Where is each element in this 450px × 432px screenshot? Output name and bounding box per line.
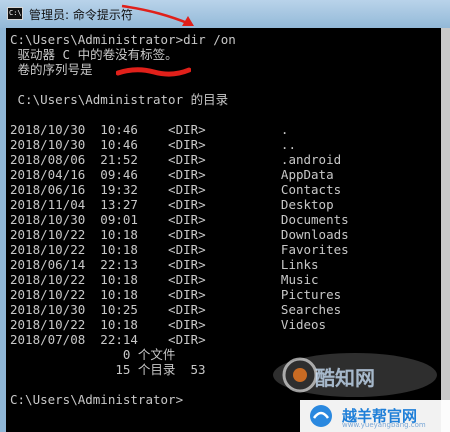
dir-entry: 2018/10/22 10:18 <DIR> Pictures <box>10 287 342 302</box>
file-count-summary: 0 个文件 <box>10 347 176 362</box>
red-arrow-annotation-icon <box>121 4 194 26</box>
watermark-text: 酷知网 <box>315 366 375 390</box>
console-line: C:\Users\Administrator>dir /on <box>10 32 236 47</box>
vertical-scrollbar[interactable] <box>441 28 450 432</box>
console-line: 驱动器 C 中的卷没有标签。 <box>10 47 178 62</box>
cmd-window-icon[interactable]: C:\ <box>7 7 23 20</box>
command-prompt-window: C:\ 管理员: 命令提示符 C:\Users\Administrator>di… <box>0 0 450 432</box>
dir-entry: 2018/10/22 10:18 <DIR> Favorites <box>10 242 349 257</box>
dir-entry: 2018/10/30 10:46 <DIR> .. <box>10 137 296 152</box>
dir-entry: 2018/10/22 10:18 <DIR> Videos <box>10 317 327 332</box>
dir-entry: 2018/04/16 09:46 <DIR> AppData <box>10 167 334 182</box>
dir-entry: 2018/06/16 19:32 <DIR> Contacts <box>10 182 342 197</box>
window-title: 管理员: 命令提示符 <box>29 8 133 22</box>
dir-entry: 2018/08/06 21:52 <DIR> .android <box>10 152 342 167</box>
dir-entry: 2018/10/22 10:18 <DIR> Downloads <box>10 227 349 242</box>
site-watermark-url: www.yueyangbang.com <box>342 421 426 429</box>
dir-entry: 2018/10/22 10:18 <DIR> Music <box>10 272 319 287</box>
console-line: 卷的序列号是 <box>10 62 93 77</box>
dir-entry: 2018/07/08 22:14 <DIR> <box>10 332 206 347</box>
dir-entry: 2018/10/30 10:46 <DIR> . <box>10 122 289 137</box>
command-prompt[interactable]: C:\Users\Administrator> <box>10 392 183 407</box>
dir-entry: 2018/10/30 09:01 <DIR> Documents <box>10 212 349 227</box>
dir-count-summary: 15 个目录 53 <box>10 362 206 377</box>
dir-entry: 2018/06/14 22:13 <DIR> Links <box>10 257 319 272</box>
dir-entry: 2018/10/30 10:25 <DIR> Searches <box>10 302 342 317</box>
console-line: C:\Users\Administrator 的目录 <box>10 92 229 107</box>
serial-redaction-scribble <box>116 67 191 77</box>
site-logo-icon <box>310 405 332 427</box>
title-bar[interactable]: C:\ 管理员: 命令提示符 <box>0 0 450 28</box>
dir-entry: 2018/11/04 13:27 <DIR> Desktop <box>10 197 334 212</box>
